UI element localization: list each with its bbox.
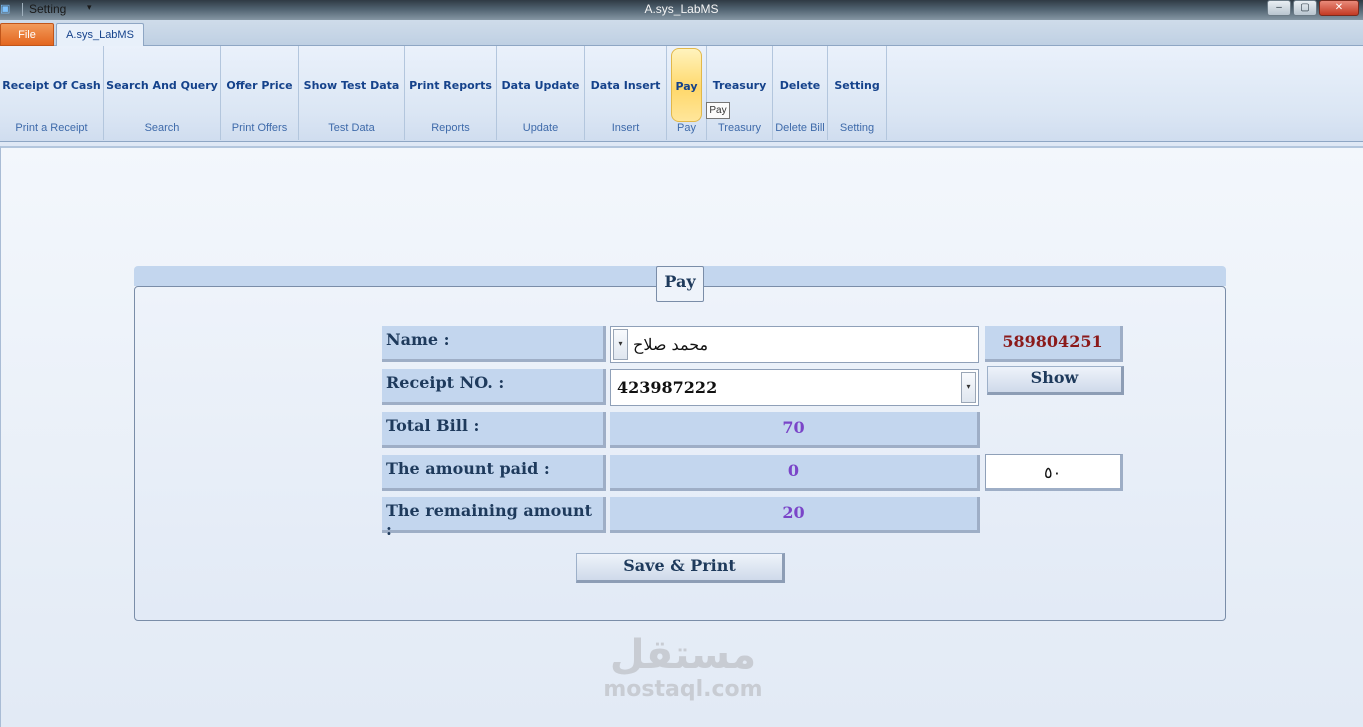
ribbon-group-pay: Pay Pay bbox=[667, 46, 707, 140]
watermark-latin: mostaql.com bbox=[603, 677, 763, 702]
setting-button[interactable]: Setting bbox=[830, 48, 884, 122]
chevron-down-icon[interactable]: ▾ bbox=[961, 372, 976, 403]
ribbon-group-label: Pay bbox=[677, 122, 696, 134]
patient-id-display: 589804251 bbox=[985, 326, 1123, 362]
remaining-amount-value: 20 bbox=[610, 497, 980, 533]
name-combobox[interactable]: ▾ محمد صلاح bbox=[610, 326, 979, 363]
data-insert-button[interactable]: Data Insert bbox=[587, 48, 664, 122]
ribbon-group-delete: Delete Delete Bill bbox=[773, 46, 828, 140]
pay-panel-title: Pay bbox=[656, 266, 704, 302]
window-controls: – ▢ ✕ bbox=[1267, 0, 1359, 16]
offer-price-button[interactable]: Offer Price bbox=[223, 48, 296, 122]
ribbon-group-label: Insert bbox=[611, 122, 640, 134]
ribbon-group-label: Update bbox=[522, 122, 559, 134]
tab-main[interactable]: A.sys_LabMS bbox=[56, 23, 144, 47]
ribbon-group-label: Test Data bbox=[328, 122, 375, 134]
amount-paid-input-value: ٥٠ bbox=[1044, 463, 1062, 482]
chevron-down-icon[interactable]: ▾ bbox=[613, 329, 628, 360]
ribbon-group-update: Data Update Update bbox=[497, 46, 585, 140]
pay-tooltip: Pay bbox=[706, 102, 730, 119]
title-bar: ▣ Setting ▾ A.sys_LabMS – ▢ ✕ bbox=[0, 0, 1363, 20]
receipt-no-combobox[interactable]: 423987222 ▾ bbox=[610, 369, 979, 406]
ribbon-group-test-data: Show Test Data Test Data bbox=[299, 46, 405, 140]
ribbon: Receipt Of Cash Print a Receipt Search A… bbox=[0, 46, 1363, 142]
receipt-no-label: Receipt NO. : bbox=[382, 369, 606, 405]
ribbon-group-label: Print Offers bbox=[231, 122, 288, 134]
save-print-button[interactable]: Save & Print bbox=[576, 553, 785, 583]
total-bill-value: 70 bbox=[610, 412, 980, 448]
watermark-arabic: مستقل bbox=[609, 632, 757, 678]
ribbon-group-search: Search And Query Search bbox=[104, 46, 221, 140]
ribbon-group-print-receipt: Receipt Of Cash Print a Receipt bbox=[0, 46, 104, 140]
ribbon-group-reports: Print Reports Reports bbox=[405, 46, 497, 140]
ribbon-group-print-offers: Offer Price Print Offers bbox=[221, 46, 299, 140]
amount-paid-label: The amount paid : bbox=[382, 455, 606, 491]
restore-button[interactable]: ▢ bbox=[1293, 0, 1317, 16]
ribbon-group-setting: Setting Setting bbox=[828, 46, 887, 140]
watermark-logo: مستقل mostaql.com bbox=[598, 632, 768, 702]
window-title: A.sys_LabMS bbox=[644, 2, 719, 16]
name-value: محمد صلاح bbox=[633, 335, 709, 354]
remaining-amount-label: The remaining amount : bbox=[382, 497, 606, 539]
minimize-button[interactable]: – bbox=[1267, 0, 1291, 16]
ribbon-group-treasury: Treasury Treasury bbox=[707, 46, 773, 140]
ribbon-group-label: Setting bbox=[839, 122, 875, 134]
name-label: Name : bbox=[382, 326, 606, 362]
receipt-no-value: 423987222 bbox=[617, 378, 718, 397]
ribbon-group-label: Delete Bill bbox=[775, 122, 825, 134]
ribbon-group-label: Treasury bbox=[718, 122, 761, 134]
pay-button[interactable]: Pay bbox=[671, 48, 702, 122]
print-reports-button[interactable]: Print Reports bbox=[407, 48, 494, 122]
search-and-query-button[interactable]: Search And Query bbox=[106, 48, 218, 122]
receipt-of-cash-button[interactable]: Receipt Of Cash bbox=[2, 48, 101, 122]
close-button[interactable]: ✕ bbox=[1319, 0, 1359, 16]
show-button[interactable]: Show bbox=[987, 366, 1124, 395]
amount-paid-input[interactable]: ٥٠ bbox=[985, 454, 1123, 491]
data-update-button[interactable]: Data Update bbox=[499, 48, 582, 122]
ribbon-group-insert: Data Insert Insert bbox=[585, 46, 667, 140]
file-tab[interactable]: File bbox=[0, 23, 54, 46]
delete-button[interactable]: Delete bbox=[775, 48, 825, 122]
ribbon-group-label: Print a Receipt bbox=[15, 122, 88, 134]
ribbon-group-label: Search bbox=[144, 122, 180, 134]
ribbon-group-label: Reports bbox=[431, 122, 470, 134]
ribbon-tabs: File A.sys_LabMS bbox=[0, 20, 1363, 47]
total-bill-label: Total Bill : bbox=[382, 412, 606, 448]
amount-paid-value: 0 bbox=[610, 455, 980, 491]
show-test-data-button[interactable]: Show Test Data bbox=[301, 48, 402, 122]
